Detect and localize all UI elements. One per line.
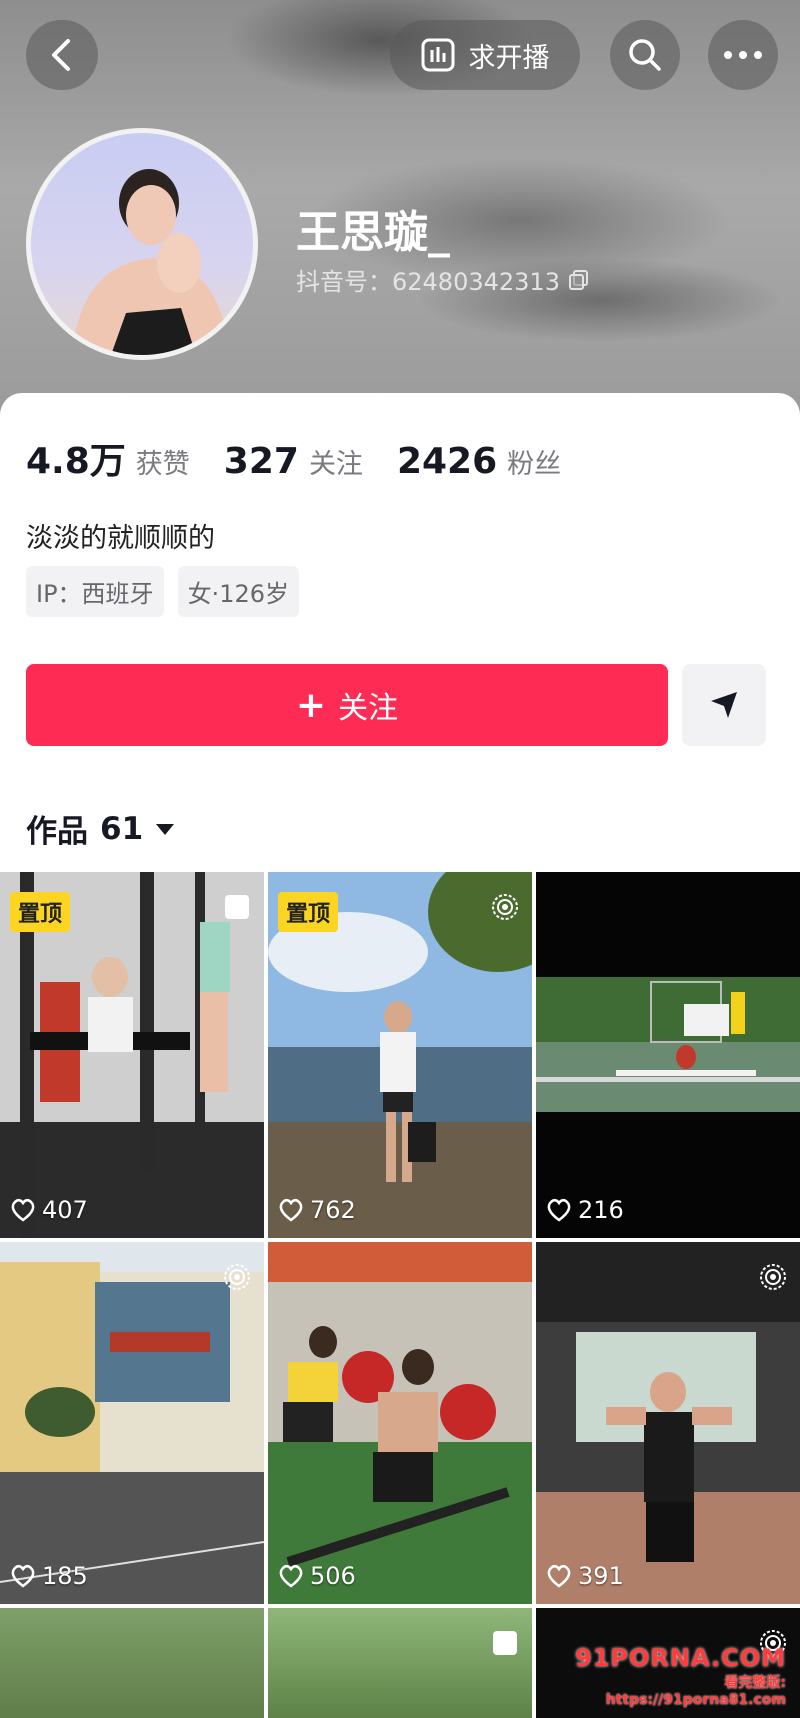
- video-tile[interactable]: 置顶 407: [0, 872, 264, 1238]
- heart-icon: [547, 1564, 571, 1588]
- gender-age-tag: 女·126岁: [177, 566, 299, 617]
- send-arrow-icon: [711, 692, 737, 718]
- heart-icon: [279, 1198, 303, 1222]
- follow-button[interactable]: + 关注: [26, 664, 668, 746]
- douyin-id-text: 抖音号：62480342313: [296, 268, 560, 296]
- request-live-label: 求开播: [468, 42, 550, 74]
- caret-down-icon: [156, 823, 175, 835]
- like-count-value: 506: [310, 1562, 356, 1590]
- likes-label: 获赞: [135, 449, 190, 480]
- like-count: 216: [546, 1196, 624, 1224]
- video-tile[interactable]: 506: [268, 1242, 532, 1604]
- works-label: 作品: [26, 814, 88, 850]
- site-watermark: 91PORNA.COM 看完整版: https://91porna81.com: [556, 1644, 786, 1708]
- heart-icon: [11, 1198, 35, 1222]
- like-count-value: 762: [310, 1196, 356, 1224]
- following-label[interactable]: 关注: [309, 442, 363, 481]
- live-photo-icon: [224, 1264, 250, 1290]
- more-button[interactable]: [708, 20, 778, 90]
- like-count: 407: [10, 1196, 88, 1224]
- like-count-value: 185: [42, 1562, 88, 1590]
- send-message-button[interactable]: [682, 664, 766, 746]
- like-count: 506: [278, 1562, 356, 1590]
- more-dots-icon: [724, 51, 762, 59]
- like-count-value: 391: [578, 1562, 624, 1590]
- heart-icon: [279, 1564, 303, 1588]
- like-count: 762: [278, 1196, 356, 1224]
- works-count: 61: [100, 810, 144, 847]
- douyin-id[interactable]: 抖音号：62480342313: [296, 262, 590, 297]
- live-photo-icon: [492, 894, 518, 920]
- avatar[interactable]: [26, 128, 258, 360]
- followers-label[interactable]: 粉丝: [507, 442, 561, 481]
- video-thumbnail: [536, 1242, 800, 1604]
- following-count[interactable]: 327: [224, 441, 299, 482]
- video-tile[interactable]: 216: [536, 872, 800, 1238]
- video-thumbnail: [536, 872, 800, 1238]
- search-button[interactable]: [610, 20, 680, 90]
- chevron-left-icon: [52, 39, 70, 71]
- plus-icon: +: [295, 684, 327, 726]
- video-tile[interactable]: 185: [0, 1242, 264, 1604]
- video-tile[interactable]: 391: [536, 1242, 800, 1604]
- search-icon: [629, 39, 661, 71]
- heart-icon: [547, 1198, 571, 1222]
- live-chart-icon: [421, 38, 454, 72]
- followers-count[interactable]: 2426: [397, 441, 497, 482]
- works-tab[interactable]: 作品 61: [26, 806, 175, 851]
- watermark-main: 91PORNA.COM: [575, 1644, 786, 1672]
- copy-icon[interactable]: [568, 269, 590, 291]
- request-live-button[interactable]: 求开播: [390, 20, 580, 90]
- video-tile[interactable]: [0, 1608, 264, 1718]
- image-post-icon: [493, 1631, 517, 1655]
- username: 王思璇_: [296, 207, 450, 258]
- video-thumbnail: [0, 1242, 264, 1604]
- like-count: 185: [10, 1562, 88, 1590]
- video-tile[interactable]: 置顶 762: [268, 872, 532, 1238]
- bio: 淡淡的就顺顺的: [26, 523, 215, 554]
- follow-label: 关注: [338, 691, 399, 726]
- video-tile[interactable]: [268, 1608, 532, 1718]
- like-count-value: 407: [42, 1196, 88, 1224]
- like-count: 391: [546, 1562, 624, 1590]
- pinned-badge: 置顶: [278, 892, 339, 932]
- image-post-icon: [225, 895, 249, 919]
- video-thumbnail: [268, 1242, 532, 1604]
- avatar-portrait: [71, 169, 231, 355]
- likes-count: 4.8万: [26, 441, 126, 482]
- heart-icon: [11, 1564, 35, 1588]
- back-button[interactable]: [26, 20, 98, 90]
- profile-stats: 4.8万 获赞 327 关注 2426 粉丝: [26, 432, 595, 484]
- ip-tag: IP：西班牙: [26, 566, 164, 617]
- profile-tags: IP：西班牙 女·126岁: [26, 566, 299, 617]
- live-photo-icon: [760, 1264, 786, 1290]
- pinned-badge: 置顶: [10, 892, 71, 932]
- watermark-sub: 看完整版: https://91porna81.com: [605, 1675, 786, 1708]
- like-count-value: 216: [578, 1196, 624, 1224]
